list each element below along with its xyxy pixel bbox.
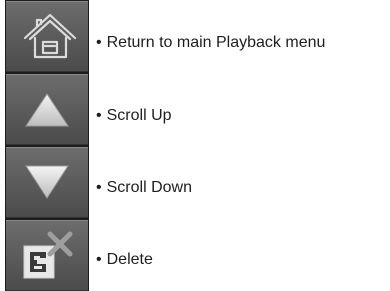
delete-button[interactable] [6, 220, 88, 291]
arrow-down-icon [25, 165, 69, 199]
home-icon [23, 13, 77, 59]
scroll-up-caption: • Scroll Up [96, 107, 172, 125]
bullet: • [96, 251, 102, 268]
caption-label: Delete [106, 251, 153, 268]
bullet: • [96, 179, 102, 196]
delete-icon [23, 231, 73, 279]
playback-button-panel [5, 0, 89, 291]
caption-label: Scroll Down [106, 179, 192, 196]
bullet: • [96, 34, 102, 51]
caption-label: Scroll Up [106, 107, 172, 124]
scroll-down-button[interactable] [6, 147, 88, 218]
return-to-main-playback-menu-caption: • Return to main Playback menu [96, 34, 325, 52]
scroll-down-caption: • Scroll Down [96, 179, 192, 197]
scroll-up-button[interactable] [6, 74, 88, 145]
bullet: • [96, 107, 102, 124]
caption-label: Return to main Playback menu [106, 34, 326, 51]
arrow-up-icon [25, 93, 69, 127]
return-to-main-playback-menu-button[interactable] [6, 1, 88, 72]
delete-caption: • Delete [96, 251, 153, 269]
